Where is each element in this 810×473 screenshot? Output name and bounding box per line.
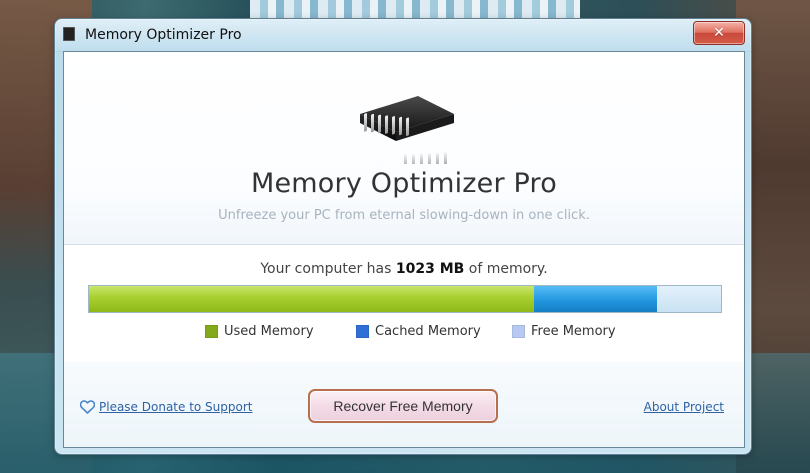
donate-label: Please Donate to Support <box>99 400 253 414</box>
used-memory-segment <box>89 286 534 312</box>
hero-section: Memory Optimizer Pro Unfreeze your PC fr… <box>64 52 744 245</box>
heart-icon <box>79 400 96 415</box>
close-icon: ✕ <box>713 25 725 41</box>
about-project-link[interactable]: About Project <box>644 400 724 414</box>
memory-amount: 1023 MB <box>395 261 465 277</box>
subtitle: Unfreeze your PC from eternal slowing-do… <box>218 208 590 223</box>
recover-free-memory-button[interactable]: Recover Free Memory <box>308 389 498 423</box>
cached-memory-label: Cached Memory <box>375 324 481 339</box>
legend-cached-memory: Cached Memory <box>356 324 481 339</box>
legend-free-memory: Free Memory <box>512 324 616 339</box>
window-title: Memory Optimizer Pro <box>85 27 242 43</box>
memory-panel: Your computer has 1023 MB of memory. Use… <box>64 245 744 364</box>
window-titlebar[interactable]: Memory Optimizer Pro ✕ <box>55 19 751 52</box>
memory-chip-icon <box>336 86 472 170</box>
memory-usage-bar <box>88 285 722 313</box>
cached-memory-segment <box>533 286 658 312</box>
content-frame: Memory Optimizer Pro Unfreeze your PC fr… <box>63 51 745 448</box>
close-button[interactable]: ✕ <box>693 21 745 45</box>
memory-legend: Used Memory Cached Memory Free Memory <box>205 324 625 344</box>
footer-area: Please Donate to Support Recover Free Me… <box>64 362 744 447</box>
memory-summary-suffix: of memory. <box>464 261 548 277</box>
legend-used-memory: Used Memory <box>205 324 314 339</box>
app-icon <box>63 27 75 41</box>
app-window: Memory Optimizer Pro ✕ Memory Optimizer … <box>54 18 752 455</box>
main-title: Memory Optimizer Pro <box>251 168 557 199</box>
memory-summary-prefix: Your computer has <box>260 261 396 277</box>
used-memory-label: Used Memory <box>224 324 314 339</box>
cached-memory-swatch <box>356 325 369 338</box>
memory-summary: Your computer has 1023 MB of memory. <box>64 261 744 277</box>
free-memory-swatch <box>512 325 525 338</box>
donate-link[interactable]: Please Donate to Support <box>79 400 253 415</box>
free-memory-segment <box>657 286 721 312</box>
free-memory-label: Free Memory <box>531 324 616 339</box>
used-memory-swatch <box>205 325 218 338</box>
